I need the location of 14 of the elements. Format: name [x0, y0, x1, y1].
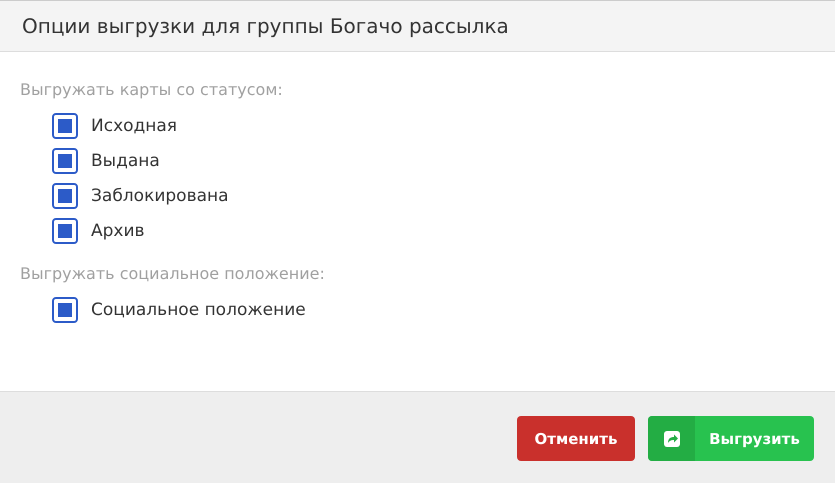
section-label: Выгружать социальное положение:: [20, 264, 326, 283]
checkbox[interactable]: [52, 218, 78, 244]
section-label: Выгружать карты со статусом:: [20, 80, 284, 99]
checkbox-label: Выдана: [91, 151, 160, 171]
checkbox[interactable]: [52, 297, 78, 323]
checkbox-label: Архив: [91, 221, 145, 241]
checkbox-label: Заблокирована: [91, 186, 229, 206]
checkbox[interactable]: [52, 148, 78, 174]
cancel-button[interactable]: Отменить: [517, 416, 635, 461]
dialog-title: Опции выгрузки для группы Богачо рассылка: [22, 14, 509, 38]
checkbox-label: Социальное положение: [91, 300, 306, 320]
checkbox[interactable]: [52, 183, 78, 209]
checkbox[interactable]: [52, 113, 78, 139]
checkbox-label: Исходная: [91, 116, 178, 136]
